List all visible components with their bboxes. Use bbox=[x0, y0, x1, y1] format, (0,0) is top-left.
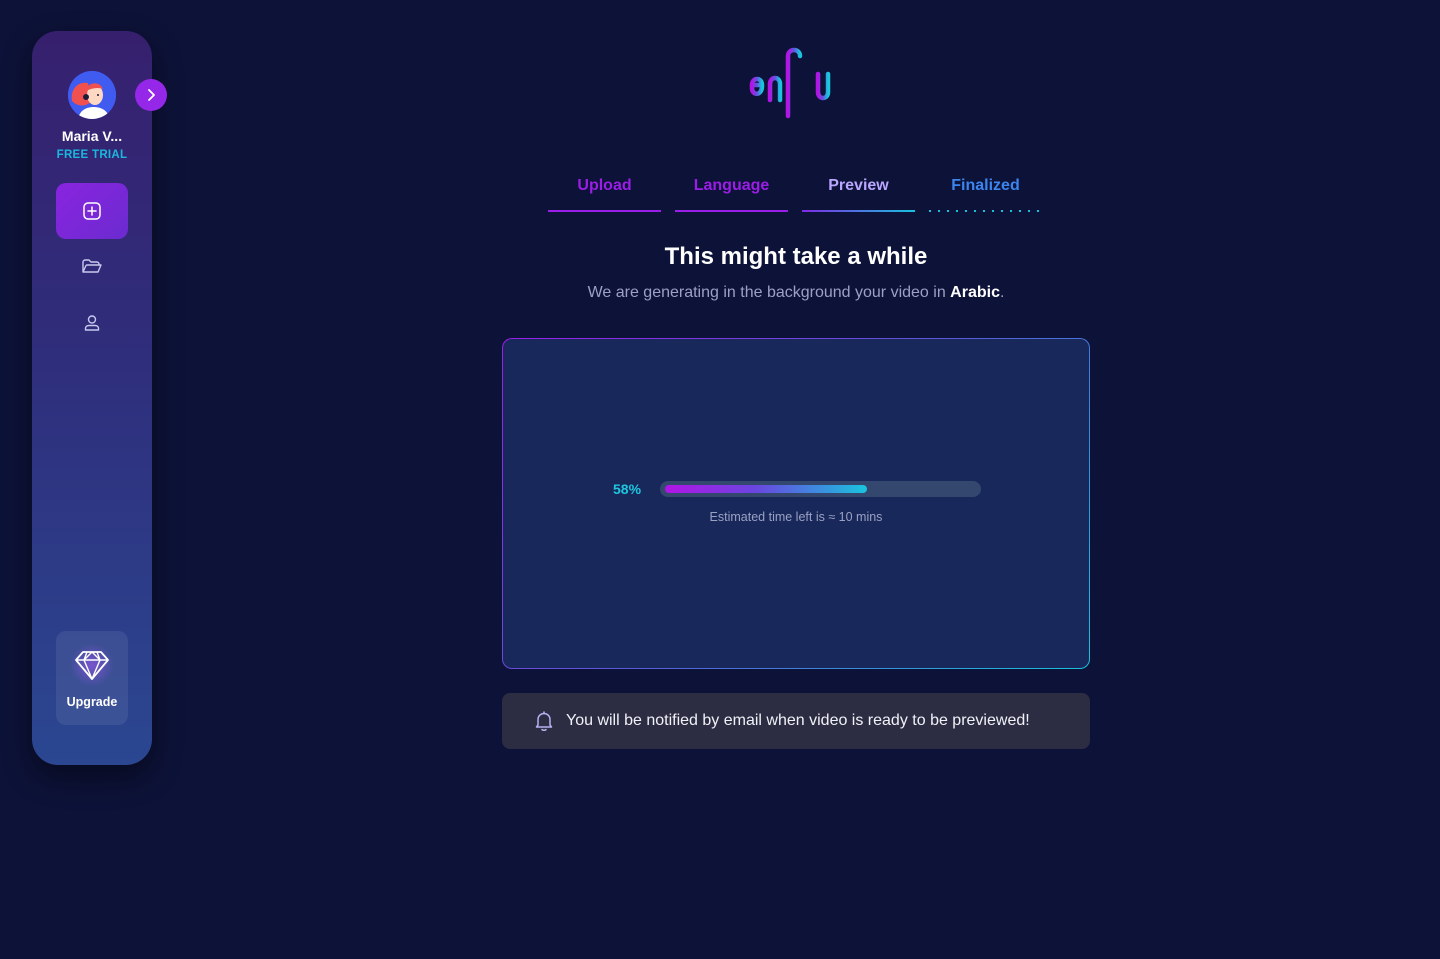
tab-preview-underline bbox=[802, 210, 915, 212]
progress-bar-fill bbox=[665, 485, 867, 493]
notice-text: You will be notified by email when video… bbox=[566, 712, 1030, 729]
enflu-logo bbox=[729, 47, 861, 130]
tab-finalized-label: Finalized bbox=[951, 177, 1020, 194]
expand-sidebar-button[interactable] bbox=[135, 79, 167, 111]
tab-finalized[interactable]: Finalized bbox=[929, 172, 1042, 212]
avatar[interactable] bbox=[68, 71, 116, 119]
user-name: Maria V... bbox=[61, 128, 123, 144]
nav-item-projects[interactable] bbox=[56, 239, 128, 295]
app-root: Maria V... FREE TRIAL Upgrade Upload Lan… bbox=[0, 0, 1440, 959]
diamond-icon bbox=[75, 651, 109, 680]
subtitle-text: We are generating in the background your… bbox=[587, 284, 951, 301]
upgrade-label: Upgrade bbox=[66, 695, 118, 709]
email-notice: You will be notified by email when video… bbox=[502, 693, 1090, 749]
progress-percent: 58% bbox=[613, 481, 642, 497]
tab-upload[interactable]: Upload bbox=[548, 172, 661, 212]
nav-item-profile[interactable] bbox=[56, 295, 128, 351]
subtitle-suffix: . bbox=[999, 284, 1005, 301]
tab-upload-label: Upload bbox=[577, 177, 632, 194]
progress-card: 58% Estimated time left is ≈ 10 mins bbox=[502, 338, 1090, 669]
user-icon bbox=[84, 315, 100, 331]
tab-preview[interactable]: Preview bbox=[802, 172, 915, 212]
sidebar: Maria V... FREE TRIAL Upgrade bbox=[32, 31, 167, 765]
upgrade-icon-glow bbox=[70, 643, 114, 687]
page-title: This might take a while bbox=[664, 243, 928, 270]
subtitle-language: Arabic bbox=[950, 284, 1000, 301]
avatar-illustration bbox=[68, 71, 116, 119]
folder-open-icon bbox=[82, 259, 102, 273]
bell-icon bbox=[535, 711, 553, 731]
page-subtitle: We are generating in the background your… bbox=[450, 284, 1142, 302]
tab-language[interactable]: Language bbox=[675, 172, 788, 212]
plus-square-icon bbox=[83, 202, 101, 220]
tab-language-label: Language bbox=[693, 177, 770, 194]
chevron-right-icon bbox=[148, 89, 155, 101]
progress-bar bbox=[660, 481, 981, 497]
tab-language-underline bbox=[675, 210, 788, 212]
plan-badge: FREE TRIAL bbox=[56, 149, 128, 161]
tab-preview-label: Preview bbox=[828, 177, 889, 194]
nav-item-create[interactable] bbox=[56, 183, 128, 239]
upgrade-button[interactable]: Upgrade bbox=[56, 631, 128, 725]
estimated-time: Estimated time left is ≈ 10 mins bbox=[709, 510, 883, 524]
progress-card-body: 58% Estimated time left is ≈ 10 mins bbox=[503, 339, 1089, 668]
progress-steps: Upload Language Preview Finalized bbox=[548, 172, 1044, 214]
tab-upload-underline bbox=[548, 210, 661, 212]
tab-finalized-underline bbox=[929, 210, 1042, 212]
